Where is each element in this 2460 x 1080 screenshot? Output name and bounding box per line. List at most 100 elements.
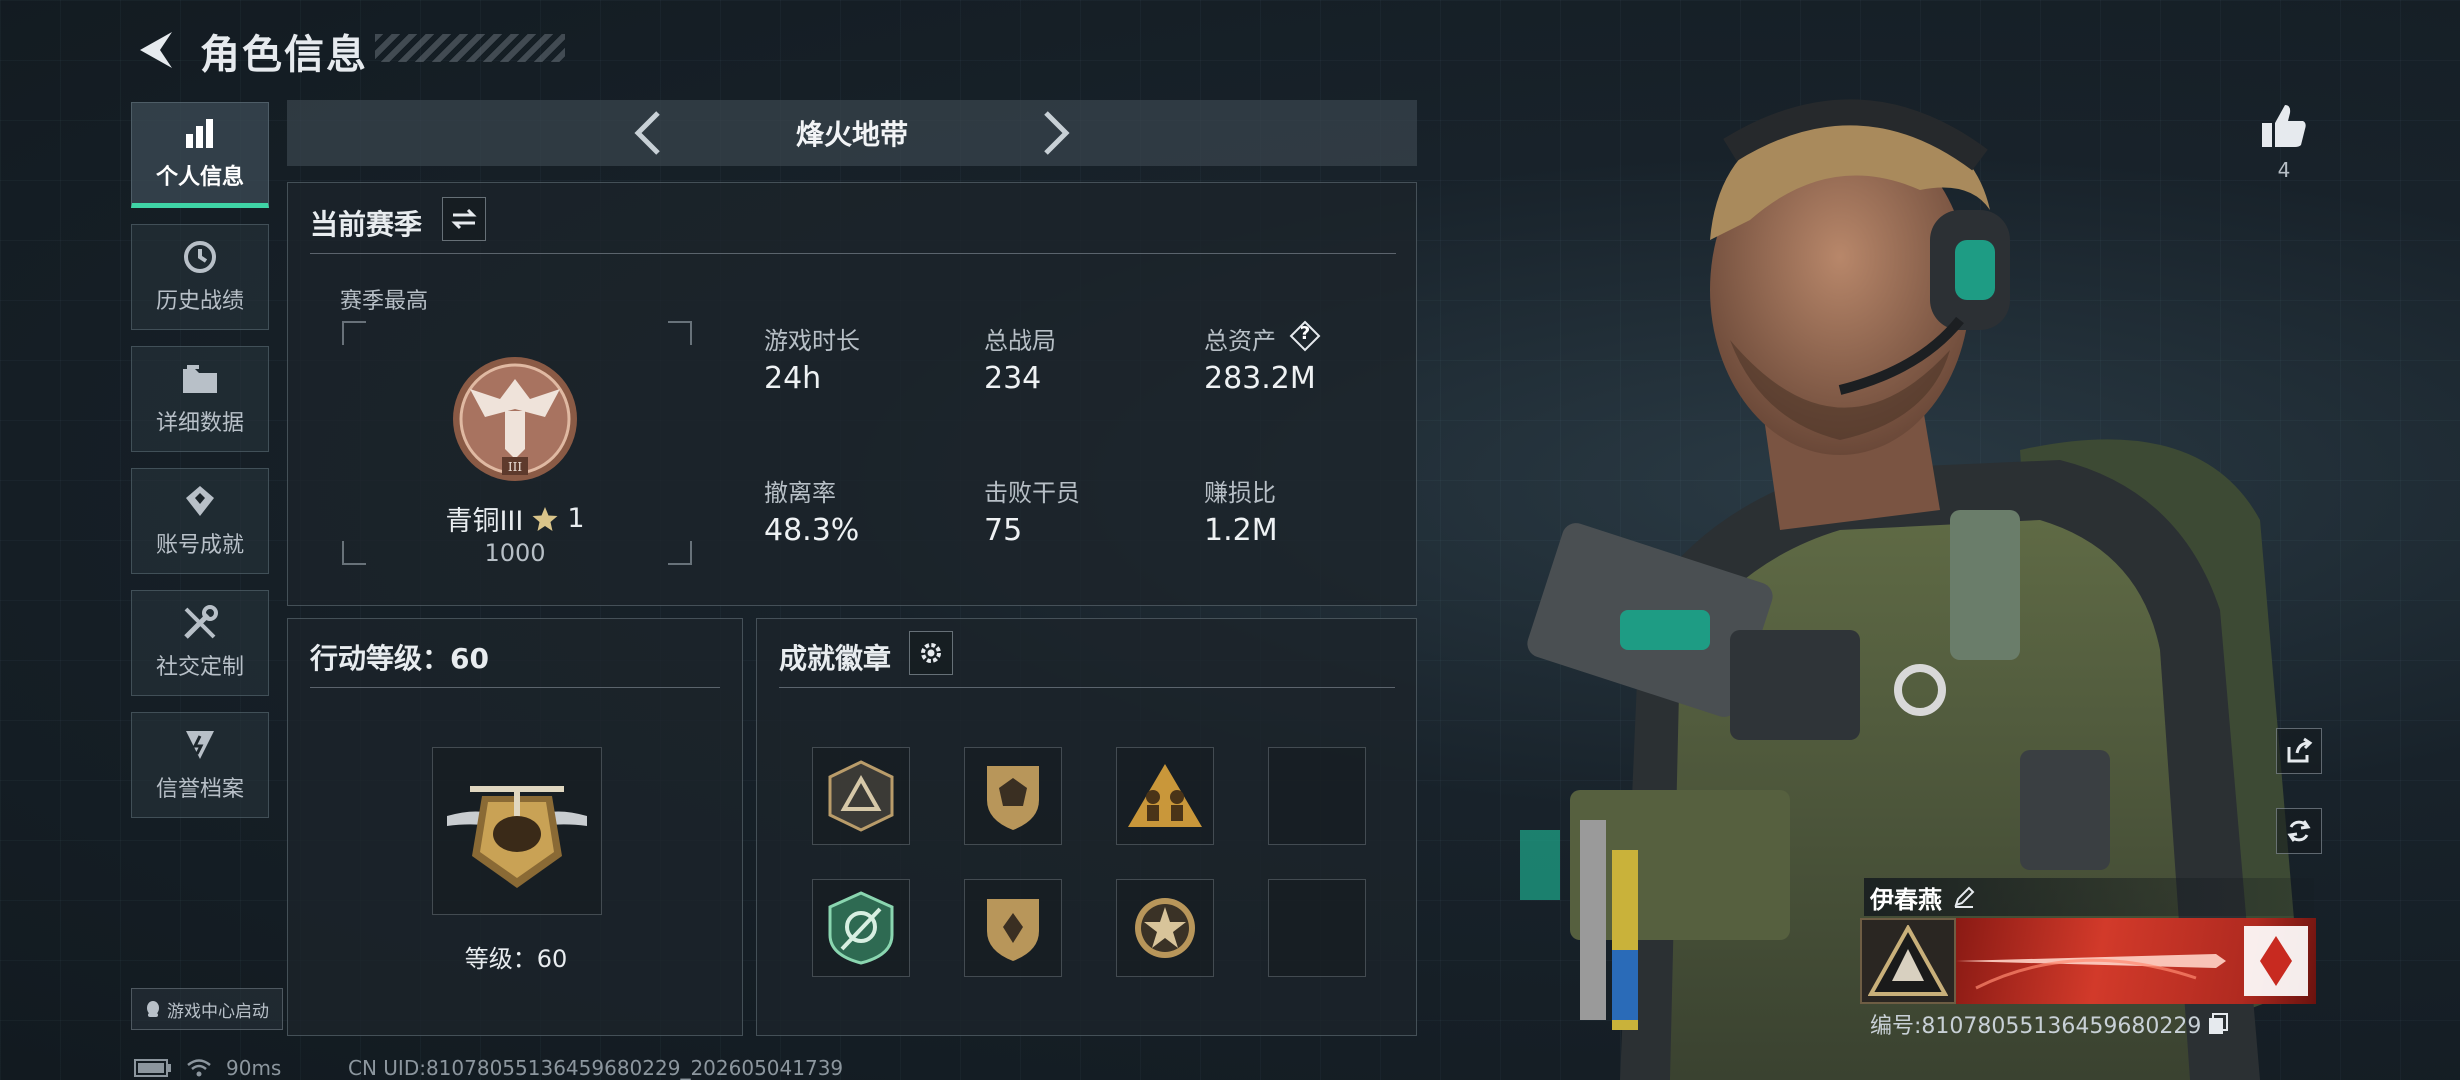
badge-slot-1[interactable] xyxy=(812,747,910,845)
battery-icon xyxy=(134,1059,171,1077)
triangle-badge-icon xyxy=(828,760,894,832)
season-panel: 当前赛季 赛季最高 III 青铜III 1 1000 游戏时长 24h 总战局 … xyxy=(287,182,1417,606)
credit-icon xyxy=(180,727,220,763)
banner-graphic-icon xyxy=(1956,926,2308,996)
sidebar-item-account-achievements[interactable]: 账号成就 xyxy=(131,468,269,574)
rotate-button[interactable] xyxy=(2276,808,2322,854)
page-title: 角色信息 xyxy=(200,32,368,78)
helicopter-level-emblem-icon xyxy=(447,786,587,888)
badge-slot-5[interactable] xyxy=(812,879,910,977)
rank-line: 青铜III 1 xyxy=(288,499,742,538)
stat-label-profit-loss-ratio: 赚损比 xyxy=(1204,479,1276,507)
stat-value-total-matches: 234 xyxy=(984,361,1042,396)
sidebar-item-label: 历史战绩 xyxy=(155,289,244,314)
status-bar: 90ms xyxy=(134,1056,281,1080)
uid-line: CN UID:810780551364596802​29_20260504173… xyxy=(348,1056,844,1080)
badge-settings-button[interactable] xyxy=(909,631,953,675)
level-text: 等级：60 xyxy=(464,945,568,973)
stat-value-operators-defeated: 75 xyxy=(984,513,1023,548)
bar-chart-icon xyxy=(180,115,220,151)
star-icon xyxy=(532,506,558,531)
bronze-rank-emblem-icon: III xyxy=(453,357,577,481)
switch-season-button[interactable] xyxy=(442,197,486,241)
level-emblem-frame xyxy=(432,747,602,915)
badge-slot-6[interactable] xyxy=(964,879,1062,977)
badges-title: 成就徽章 xyxy=(779,642,892,675)
share-icon xyxy=(2287,737,2313,763)
badge-slot-empty[interactable] xyxy=(1268,747,1366,845)
badge-slot-2[interactable] xyxy=(964,747,1062,845)
action-level-title: 行动等级：60 xyxy=(310,642,489,675)
stat-value-total-assets: 283.2M xyxy=(1204,361,1316,396)
mode-selector: 烽火地带 xyxy=(287,100,1417,166)
ping-value: 90ms xyxy=(226,1056,282,1080)
player-banner xyxy=(1956,918,2316,1004)
sidebar-item-label: 信誉档案 xyxy=(155,777,244,802)
star-badge-icon xyxy=(1135,898,1195,958)
sidebar-item-label: 个人信息 xyxy=(155,165,244,190)
soldiers-badge-icon xyxy=(1128,764,1202,827)
tools-icon xyxy=(180,605,220,641)
refresh-icon xyxy=(2287,820,2311,842)
action-level-panel: 行动等级：60 等级：60 xyxy=(287,618,743,1036)
triangle-emblem-icon xyxy=(1868,925,1948,996)
next-mode-button[interactable] xyxy=(1032,108,1082,158)
divider xyxy=(779,687,1395,688)
sidebar-item-label: 详细数据 xyxy=(155,411,244,436)
shield-dice-badge-icon xyxy=(987,766,1039,830)
shield-badge-icon xyxy=(987,899,1039,961)
svg-text:III: III xyxy=(508,460,522,474)
stat-label-total-assets: 总资产 xyxy=(1204,327,1276,355)
rank-points: 1000 xyxy=(484,539,546,567)
player-name-bar: 伊春燕 xyxy=(1864,878,2314,916)
help-mark: ? xyxy=(1299,323,1311,344)
thumbs-up-icon xyxy=(2262,105,2306,147)
like-count: 4 xyxy=(2277,158,2291,182)
stat-value-extraction-rate: 48.3% xyxy=(764,513,860,548)
achievement-badges-panel: 成就徽章 xyxy=(756,618,1417,1036)
chevron-right-icon xyxy=(1044,111,1070,155)
back-button[interactable] xyxy=(128,22,184,78)
swap-icon xyxy=(451,208,477,230)
sidebar-item-credit-record[interactable]: 信誉档案 xyxy=(131,712,269,818)
title-decoration xyxy=(375,34,565,62)
frame-corner xyxy=(342,321,366,345)
sidebar-item-personal-info[interactable]: 个人信息 xyxy=(131,102,269,208)
player-id: 编号:810780551364596802​29 xyxy=(1870,1014,2202,1039)
badge-slot-empty[interactable] xyxy=(1268,879,1366,977)
stat-label-operators-defeated: 击败干员 xyxy=(984,479,1080,507)
copy-id-button[interactable] xyxy=(2207,1012,2229,1036)
rank-stars: 1 xyxy=(567,503,585,534)
badge-slot-7[interactable] xyxy=(1116,879,1214,977)
game-center-launch-button[interactable]: 游戏中心启动 xyxy=(131,988,283,1030)
badge-slot-3[interactable] xyxy=(1116,747,1214,845)
back-arrow-icon xyxy=(140,32,172,68)
chevron-left-icon xyxy=(634,111,660,155)
qq-icon xyxy=(147,1001,159,1017)
assets-help-button[interactable]: ? xyxy=(1288,319,1322,353)
player-id-line: 编号:810780551364596802​29 xyxy=(1870,1008,2229,1040)
divider xyxy=(310,687,720,688)
sidebar-item-label: 账号成就 xyxy=(155,533,244,558)
sidebar-item-detailed-data[interactable]: 详细数据 xyxy=(131,346,269,452)
gear-icon xyxy=(921,643,941,663)
pencil-icon xyxy=(1954,886,1975,908)
sidebar-item-social-custom[interactable]: 社交定制 xyxy=(131,590,269,696)
rank-name: 青铜III xyxy=(445,506,524,537)
season-best-label: 赛季最高 xyxy=(340,289,429,314)
sidebar-item-label: 社交定制 xyxy=(155,655,244,680)
edit-name-button[interactable] xyxy=(1952,885,1976,909)
folder-icon xyxy=(180,361,220,397)
player-name: 伊春燕 xyxy=(1870,885,1942,914)
achievement-icon xyxy=(180,483,220,519)
frame-corner xyxy=(668,321,692,345)
season-title: 当前赛季 xyxy=(310,208,423,241)
divider xyxy=(310,253,1396,254)
stat-label-extraction-rate: 撤离率 xyxy=(764,479,836,507)
green-crest-badge-icon xyxy=(828,891,894,965)
like-button[interactable] xyxy=(2256,94,2312,158)
prev-mode-button[interactable] xyxy=(622,108,672,158)
sidebar-item-history[interactable]: 历史战绩 xyxy=(131,224,269,330)
share-button[interactable] xyxy=(2276,728,2322,774)
wifi-icon xyxy=(187,1059,211,1077)
